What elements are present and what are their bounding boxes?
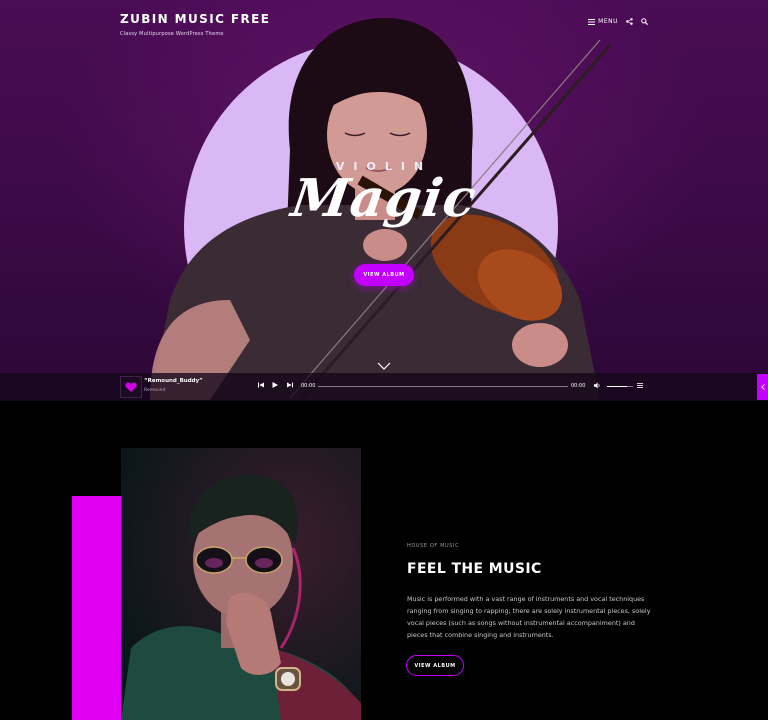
section-eyebrow: HOUSE OF MUSIC <box>407 543 460 549</box>
play-icon[interactable] <box>272 382 278 388</box>
next-icon[interactable] <box>287 382 293 388</box>
hero-view-album-button[interactable]: VIEW ALBUM <box>354 264 414 286</box>
audio-player: “Remound_Buddy” Remound 00:00 00:00 <box>0 373 768 401</box>
site-tagline: Classy Multipurpose WordPress Theme <box>120 31 224 37</box>
accent-bar <box>72 496 121 720</box>
hero-title: Magic <box>287 168 481 229</box>
section-title: FEEL THE MUSIC <box>407 561 542 577</box>
search-icon[interactable] <box>641 18 648 25</box>
menu-button[interactable]: MENU <box>588 18 618 25</box>
top-nav: MENU <box>588 18 648 25</box>
hamburger-icon <box>588 18 596 25</box>
track-artist: Remound <box>144 388 166 393</box>
track-title: “Remound_Buddy” <box>144 378 203 384</box>
volume-level[interactable] <box>607 386 627 387</box>
feature-portrait-image <box>121 448 361 720</box>
seek-bar[interactable] <box>318 386 568 387</box>
site-title[interactable]: ZUBIN MUSIC FREE <box>120 12 270 26</box>
volume-track[interactable] <box>627 386 633 387</box>
hero-banner: ZUBIN MUSIC FREE Classy Multipurpose Wor… <box>0 0 768 400</box>
scroll-down-chevron-icon[interactable] <box>377 362 391 370</box>
track-cover <box>120 376 142 398</box>
heart-icon <box>125 382 137 392</box>
playlist-icon[interactable] <box>637 383 643 388</box>
side-panel-toggle[interactable] <box>757 374 768 400</box>
feature-view-album-button[interactable]: VIEW ALBUM <box>406 655 464 676</box>
share-icon[interactable] <box>626 18 633 25</box>
current-time: 00:00 <box>301 383 316 389</box>
chevron-left-icon <box>760 384 765 390</box>
volume-icon[interactable] <box>594 382 601 389</box>
menu-label: MENU <box>598 18 618 25</box>
section-body: Music is performed with a vast range of … <box>407 595 651 639</box>
duration-time: 00:00 <box>571 383 586 389</box>
prev-icon[interactable] <box>258 382 264 388</box>
